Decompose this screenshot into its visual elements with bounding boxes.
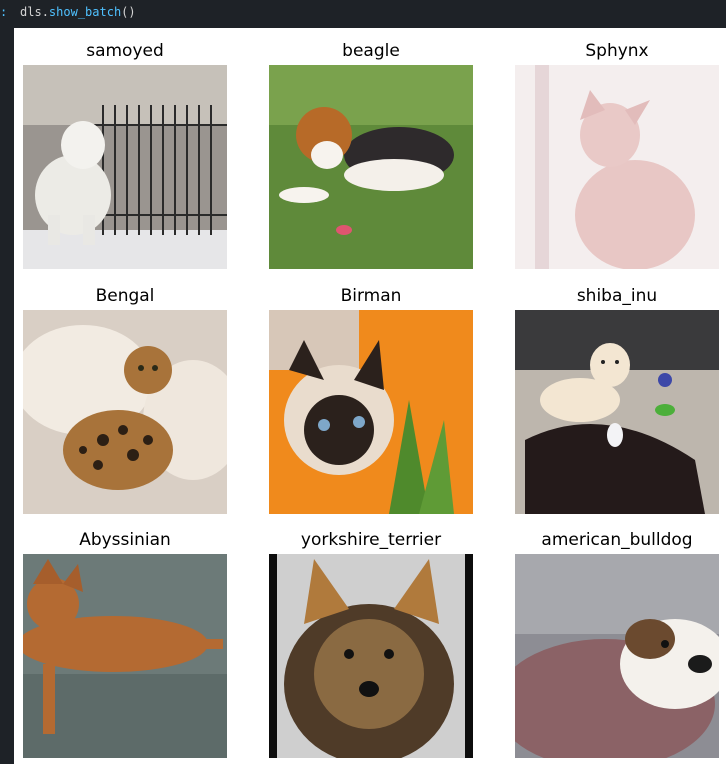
image-samoyed: [23, 65, 227, 269]
shiba-inu-photo: [515, 310, 719, 514]
image-american-bulldog: [515, 554, 719, 758]
image-abyssinian: [23, 554, 227, 758]
american-bulldog-photo: [515, 554, 719, 758]
code-object-token: dls: [20, 5, 42, 19]
code-parens-token: (): [121, 5, 136, 19]
output-gutter: [0, 28, 14, 764]
sphynx-photo: [515, 65, 719, 269]
samoyed-photo: [23, 65, 227, 269]
code-function-token: show_batch: [48, 5, 122, 19]
image-shiba-inu: [515, 310, 719, 514]
image-birman: [269, 310, 473, 514]
image-label-samoyed: samoyed: [86, 41, 164, 61]
code-dot-token: .: [41, 5, 49, 19]
image-label-beagle: beagle: [342, 41, 400, 61]
code-cell[interactable]: : dls.show_batch(): [0, 0, 726, 29]
image-label-bengal: Bengal: [95, 286, 155, 306]
birman-photo: [269, 310, 473, 514]
image-sphynx: [515, 65, 719, 269]
code-line[interactable]: dls.show_batch(): [20, 5, 136, 19]
bengal-photo: [23, 310, 227, 514]
cell-prompt-marker: :: [0, 5, 8, 19]
image-label-shiba-inu: shiba_inu: [576, 286, 658, 306]
image-beagle: [269, 65, 473, 269]
image-label-birman: Birman: [340, 286, 402, 306]
image-label-american-bulldog: american_bulldog: [541, 530, 693, 550]
cell-output: samoyed beagle Sphynx Bengal Birman shib…: [14, 28, 726, 764]
abyssinian-photo: [23, 554, 227, 758]
image-bengal: [23, 310, 227, 514]
yorkshire-terrier-photo: [269, 554, 473, 758]
beagle-photo: [269, 65, 473, 269]
image-label-sphynx: Sphynx: [585, 41, 649, 61]
image-yorkshire-terrier: [269, 554, 473, 758]
image-label-abyssinian: Abyssinian: [79, 530, 171, 550]
image-label-yorkshire-terrier: yorkshire_terrier: [300, 530, 442, 550]
